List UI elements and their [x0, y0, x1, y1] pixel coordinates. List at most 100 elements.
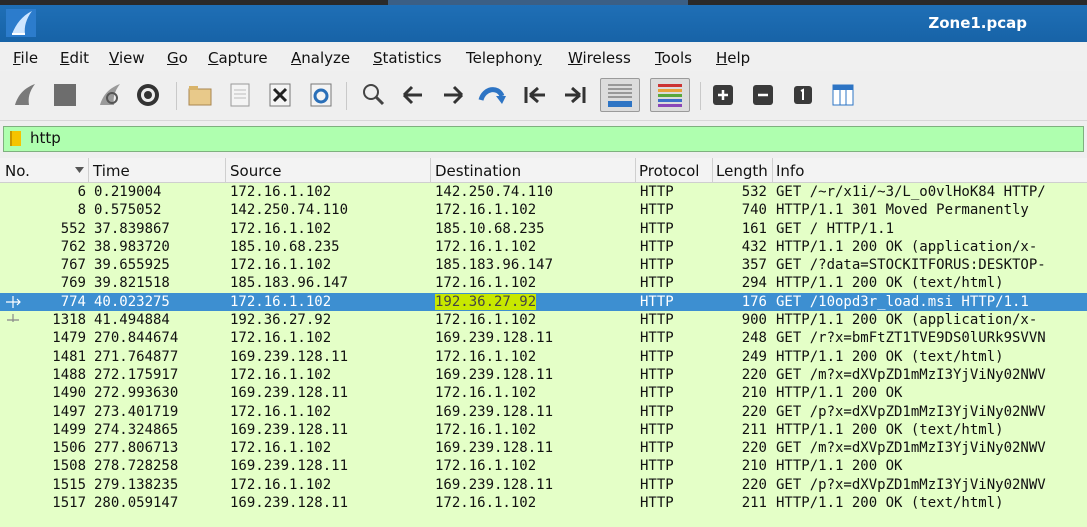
auto-scroll-icon[interactable]	[600, 78, 640, 112]
cell-src: 169.239.128.11	[230, 458, 349, 475]
menu-item[interactable]: Go	[167, 49, 188, 67]
packet-row[interactable]: 1515 279.138235 172.16.1.102 169.239.128.11…	[0, 475, 1087, 495]
selected-packet-row[interactable]: 774 40.023275 172.16.1.102 192.36.27.92 HTTP…	[0, 292, 1087, 312]
cell-dst: 172.16.1.102	[435, 385, 537, 402]
resize-columns-icon[interactable]	[828, 80, 858, 110]
menu-item[interactable]: Telephony	[466, 49, 542, 67]
packet-row[interactable]: 8 0.575052 142.250.74.110 172.16.1.102 HTTP 7…	[0, 201, 1087, 220]
packet-row-cutoff[interactable]	[0, 512, 1087, 527]
normal-size-icon[interactable]	[788, 80, 818, 110]
first-packet-icon[interactable]	[520, 80, 550, 110]
cell-info: GET /p?x=dXVpZD1mMzI3YjViNy02NWV	[776, 403, 1046, 420]
cell-info: GET /r?x=bmFtZT1TVE9DS0lURk9SVVN	[776, 330, 1046, 347]
column-header-time[interactable]: Time	[93, 162, 130, 180]
cell-proto: HTTP	[640, 330, 674, 347]
close-file-icon[interactable]	[265, 80, 295, 110]
packet-row[interactable]: 1506 277.806713 172.16.1.102 169.239.128.11…	[0, 439, 1087, 458]
cell-proto: HTTP	[640, 348, 674, 365]
menu-item[interactable]: Tools	[655, 49, 692, 67]
column-divider[interactable]	[712, 158, 713, 182]
cell-dst: 172.16.1.102	[435, 202, 537, 219]
column-header-protocol[interactable]: Protocol	[639, 162, 699, 180]
cell-no: 1499	[52, 421, 86, 438]
packet-list: No. Time Source Destination Protocol Len…	[0, 158, 1087, 527]
menu-item[interactable]: File	[13, 49, 38, 67]
cell-proto: HTTP	[640, 495, 674, 512]
last-packet-icon[interactable]	[560, 80, 590, 110]
open-file-icon[interactable]	[185, 80, 215, 110]
packet-row[interactable]: 1488 272.175917 172.16.1.102 169.239.128.11…	[0, 365, 1087, 385]
packet-row[interactable]: 1318 41.494884 192.36.27.92 172.16.1.102 HTT…	[0, 311, 1087, 330]
cell-no: 8	[77, 202, 86, 219]
menu-item[interactable]: Capture	[208, 49, 268, 67]
packet-row[interactable]: 767 39.655925 172.16.1.102 185.183.96.147 HT…	[0, 256, 1087, 275]
column-divider[interactable]	[635, 158, 636, 182]
cell-src: 142.250.74.110	[230, 202, 349, 219]
column-header-destination[interactable]: Destination	[435, 162, 521, 180]
packet-row[interactable]: 1479 270.844674 172.16.1.102 169.239.128.11…	[0, 329, 1087, 348]
packet-row[interactable]: 552 37.839867 172.16.1.102 185.10.68.235 HTT…	[0, 219, 1087, 238]
packet-row[interactable]: 1481 271.764877 169.239.128.11 172.16.1.102…	[0, 347, 1087, 366]
restart-capture-icon[interactable]	[95, 80, 125, 110]
cell-info: GET /p?x=dXVpZD1mMzI3YjViNy02NWV	[776, 476, 1046, 493]
packet-row[interactable]: 762 38.983720 185.10.68.235 172.16.1.102 HTT…	[0, 237, 1087, 257]
column-divider[interactable]	[225, 158, 226, 182]
column-divider[interactable]	[88, 158, 89, 182]
go-back-icon[interactable]	[398, 80, 428, 110]
packet-row[interactable]: 1490 272.993630 169.239.128.11 172.16.1.102…	[0, 384, 1087, 403]
menu-item-mnemonic: V	[109, 49, 119, 67]
zoom-in-icon[interactable]	[708, 80, 738, 110]
column-header-source[interactable]: Source	[230, 162, 282, 180]
packet-row[interactable]: 769 39.821518 185.183.96.147 172.16.1.102 HT…	[0, 274, 1087, 293]
menu-item-mnemonic: T	[655, 49, 662, 67]
cell-len: 432	[741, 238, 767, 255]
menu-item[interactable]: Analyze	[291, 49, 350, 67]
menu-item[interactable]: Wireless	[568, 49, 631, 67]
find-packet-icon[interactable]	[358, 80, 388, 110]
reload-file-icon[interactable]	[306, 80, 336, 110]
column-header-length[interactable]: Length	[716, 162, 768, 180]
cell-time: 277.806713	[94, 440, 179, 457]
packet-row[interactable]: 6 0.219004 172.16.1.102 142.250.74.110 HTTP 5…	[0, 183, 1087, 202]
packet-row[interactable]: 1508 278.728258 169.239.128.11 172.16.1.102…	[0, 457, 1087, 476]
cell-info: HTTP/1.1 200 OK	[776, 458, 903, 475]
packet-row[interactable]: 1499 274.324865 169.239.128.11 172.16.1.102…	[0, 420, 1087, 440]
cell-no: 1508	[52, 458, 86, 475]
cell-dst: 172.16.1.102	[435, 238, 537, 255]
go-to-packet-icon[interactable]	[478, 80, 508, 110]
column-header-no[interactable]: No.	[5, 162, 30, 180]
cell-src: 169.239.128.11	[230, 421, 349, 438]
save-file-icon[interactable]	[225, 80, 255, 110]
packet-row[interactable]: 1517 280.059147 169.239.128.11 172.16.1.102…	[0, 494, 1087, 513]
menu-item[interactable]: Help	[716, 49, 750, 67]
column-divider[interactable]	[430, 158, 431, 182]
cell-time: 272.993630	[94, 385, 179, 402]
column-header-info[interactable]: Info	[776, 162, 804, 180]
menu-item-mnemonic: A	[291, 49, 302, 67]
go-forward-icon[interactable]	[438, 80, 468, 110]
cell-no: 1515	[52, 476, 86, 493]
cell-len: 210	[741, 385, 767, 402]
colorize-icon[interactable]	[650, 78, 690, 112]
cell-info: GET /~r/x1i/~3/L_o0vlHoK84 HTTP/	[776, 184, 1046, 200]
packet-row[interactable]: 1497 273.401719 172.16.1.102 169.239.128.11…	[0, 402, 1087, 421]
display-filter-input[interactable]	[30, 129, 1070, 147]
cell-src: 172.16.1.102	[230, 220, 332, 237]
menu-item[interactable]: Edit	[60, 49, 89, 67]
menu-item[interactable]: View	[109, 49, 145, 67]
cell-time: 272.175917	[94, 366, 179, 383]
cell-len: 220	[741, 403, 767, 420]
capture-options-icon[interactable]	[133, 80, 163, 110]
cell-proto: HTTP	[640, 238, 674, 255]
bookmark-icon[interactable]	[10, 131, 21, 146]
zoom-out-icon[interactable]	[748, 80, 778, 110]
cell-proto: HTTP	[640, 293, 674, 310]
cell-info: HTTP/1.1 200 OK	[776, 385, 903, 402]
shark-fin-start-icon[interactable]	[10, 80, 40, 110]
menu-item-text: dit	[69, 49, 90, 67]
menu-item-text: iew	[118, 49, 145, 67]
menu-item[interactable]: Statistics	[373, 49, 442, 67]
cell-info: GET / HTTP/1.1	[776, 220, 895, 237]
column-divider[interactable]	[772, 158, 773, 182]
stop-capture-icon[interactable]	[50, 80, 80, 110]
